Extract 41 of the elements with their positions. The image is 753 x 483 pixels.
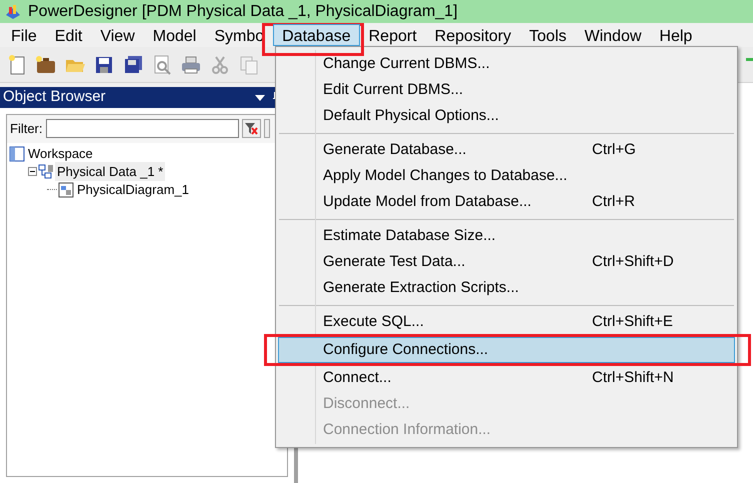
briefcase-icon[interactable]	[35, 54, 57, 76]
menu-option[interactable]: Generate Extraction Scripts...	[278, 276, 735, 300]
menu-option[interactable]: Connect... Ctrl+Shift+N	[278, 366, 735, 390]
diagram-icon	[58, 182, 74, 198]
funnel-icon	[244, 122, 258, 136]
workspace-icon	[9, 146, 25, 162]
menu-option[interactable]: Generate Test Data... Ctrl+Shift+D	[278, 250, 735, 274]
menu-option[interactable]: Edit Current DBMS...	[278, 78, 735, 102]
menu-option[interactable]: Default Physical Options...	[278, 104, 735, 128]
collapse-icon[interactable]	[28, 167, 37, 176]
menu-item[interactable]: Help	[650, 24, 702, 46]
menu-item[interactable]: File	[2, 24, 46, 46]
menu-item[interactable]: Model	[144, 24, 206, 46]
clear-filter-button[interactable]	[242, 119, 260, 138]
menu-item[interactable]: Tools	[520, 24, 576, 46]
menu-option[interactable]: Generate Database... Ctrl+G	[278, 138, 735, 162]
menu-item[interactable]: Repository	[426, 24, 520, 46]
menu-item[interactable]: Report	[360, 24, 426, 46]
menu-item[interactable]: Symbo	[205, 24, 274, 46]
menu-option[interactable]: Change Current DBMS...	[278, 52, 735, 76]
menu-item[interactable]: Database	[273, 24, 360, 46]
tree-item[interactable]: Workspace	[26, 144, 95, 164]
window-title: PowerDesigner [PDM Physical Data _1, PhysicalDiagram_1]	[28, 2, 458, 22]
menu-option[interactable]: Apply Model Changes to Database...	[278, 164, 735, 188]
menu-item[interactable]: Window	[576, 24, 650, 46]
panel-title: Object Browser	[3, 87, 106, 108]
menu-option[interactable]: Configure Connections...	[278, 337, 735, 363]
app-logo-icon	[4, 2, 22, 20]
tree-item[interactable]: Physical Data _1 *	[55, 162, 166, 182]
menu-option[interactable]: Estimate Database Size...	[278, 224, 735, 248]
filter-label: Filter:	[10, 120, 42, 138]
tree-item[interactable]: PhysicalDiagram_1	[75, 180, 191, 200]
dropdown-arrow-icon[interactable]	[255, 94, 265, 100]
menu-item[interactable]: Edit	[46, 24, 92, 46]
menu-option[interactable]: Execute SQL... Ctrl+Shift+E	[278, 310, 735, 334]
filter-field[interactable]	[46, 119, 238, 138]
printer-icon[interactable]	[180, 54, 202, 76]
menu-option[interactable]: Update Model from Database... Ctrl+R	[278, 190, 735, 214]
menu-item[interactable]: View	[91, 24, 144, 46]
save-all-icon[interactable]	[122, 54, 144, 76]
model-icon	[38, 164, 54, 180]
